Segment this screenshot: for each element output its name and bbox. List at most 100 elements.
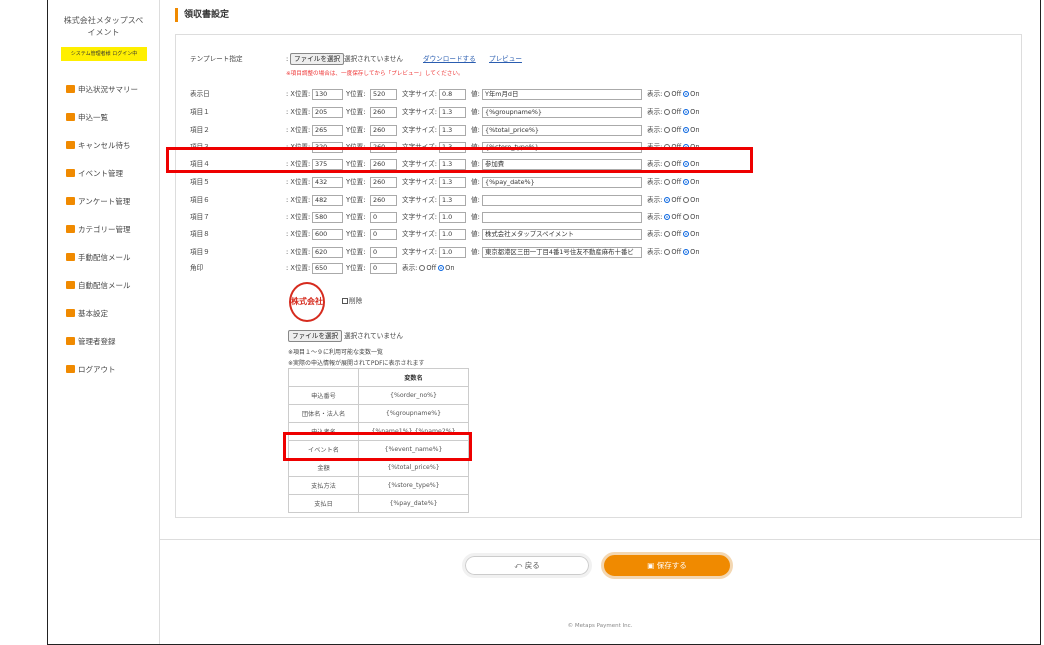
off-radio[interactable] xyxy=(664,231,671,237)
seal-on-radio[interactable] xyxy=(438,265,445,271)
save-button[interactable]: ▣ 保存する xyxy=(601,552,733,579)
off-radio[interactable] xyxy=(664,109,671,115)
off-radio[interactable] xyxy=(664,91,671,97)
seal-file-button[interactable]: ファイルを選択 xyxy=(288,330,343,342)
item-label: 項目７ xyxy=(190,213,210,221)
x-input[interactable]: 482 xyxy=(312,195,343,206)
on-radio[interactable] xyxy=(683,109,690,115)
display-label: 表示: xyxy=(647,213,663,221)
value-input[interactable]: {%total_price%} xyxy=(482,125,642,136)
on-radio[interactable] xyxy=(683,231,690,237)
x-input[interactable]: 432 xyxy=(312,177,343,188)
off-radio[interactable] xyxy=(664,197,671,203)
on-label: On xyxy=(690,178,700,186)
header-variable: 変数名 xyxy=(358,368,469,387)
x-input[interactable]: 375 xyxy=(312,159,343,170)
on-radio[interactable] xyxy=(683,179,690,185)
size-input[interactable]: 1.3 xyxy=(439,125,466,136)
off-radio[interactable] xyxy=(664,179,671,185)
size-input[interactable]: 1.3 xyxy=(439,159,466,170)
y-input[interactable]: 520 xyxy=(370,89,397,100)
x-input[interactable]: 265 xyxy=(312,125,343,136)
sidebar-item-4[interactable]: アンケート管理 xyxy=(48,187,159,215)
value-input[interactable]: 東京都港区三田一丁目4番1号住友不動産麻布十番ビ xyxy=(482,247,642,258)
x-input[interactable]: 600 xyxy=(312,229,343,240)
seal-off-radio[interactable] xyxy=(419,265,426,271)
value-input[interactable]: {%store_type%} xyxy=(482,142,642,153)
size-input[interactable]: 1.0 xyxy=(439,212,466,223)
on-radio[interactable] xyxy=(683,127,690,133)
sidebar-item-5[interactable]: カテゴリー管理 xyxy=(48,215,159,243)
sidebar-item-8[interactable]: 基本設定 xyxy=(48,299,159,327)
on-radio[interactable] xyxy=(683,197,690,203)
size-input[interactable]: 1.3 xyxy=(439,107,466,118)
size-input[interactable]: 1.0 xyxy=(439,229,466,240)
y-input[interactable]: 260 xyxy=(370,195,397,206)
on-label: On xyxy=(690,213,700,221)
y-input[interactable]: 0 xyxy=(370,229,397,240)
y-input[interactable]: 260 xyxy=(370,107,397,118)
off-radio[interactable] xyxy=(664,161,671,167)
size-input[interactable]: 1.3 xyxy=(439,195,466,206)
x-input[interactable]: 205 xyxy=(312,107,343,118)
seal-y-input[interactable]: 0 xyxy=(370,263,397,274)
variable-token: {%pay_date%} xyxy=(358,494,469,513)
company-name-line2: イメント xyxy=(87,28,120,37)
sidebar: 株式会社メタップスペ イメント システム管理者様 ログイン中 申込状況サマリー申… xyxy=(48,0,160,644)
value-input[interactable]: {%pay_date%} xyxy=(482,177,642,188)
value-input[interactable]: Y年m月d日 xyxy=(482,89,642,100)
x-input[interactable]: 580 xyxy=(312,212,343,223)
sidebar-item-7[interactable]: 自動配信メール xyxy=(48,271,159,299)
sidebar-item-9[interactable]: 管理者登録 xyxy=(48,327,159,355)
on-radio[interactable] xyxy=(683,144,690,150)
sidebar-item-2[interactable]: キャンセル待ち xyxy=(48,131,159,159)
grid-icon xyxy=(66,169,75,177)
variable-token: {%name1%} {%name2%} xyxy=(358,422,469,441)
on-label: On xyxy=(690,196,700,204)
off-radio[interactable] xyxy=(664,214,671,220)
y-input[interactable]: 0 xyxy=(370,212,397,223)
on-radio[interactable] xyxy=(683,91,690,97)
sidebar-item-label: 自動配信メール xyxy=(78,280,131,290)
sidebar-item-label: ログアウト xyxy=(78,364,116,374)
value-input[interactable]: {%groupname%} xyxy=(482,107,642,118)
on-radio[interactable] xyxy=(683,249,690,255)
x-input[interactable]: 130 xyxy=(312,89,343,100)
sidebar-item-1[interactable]: 申込一覧 xyxy=(48,103,159,131)
x-label: : X位置: xyxy=(286,230,311,238)
size-input[interactable]: 1.0 xyxy=(439,247,466,258)
value-input[interactable] xyxy=(482,195,642,206)
x-input[interactable]: 320 xyxy=(312,142,343,153)
off-radio[interactable] xyxy=(664,144,671,150)
seal-x-input[interactable]: 650 xyxy=(312,263,343,274)
size-input[interactable]: 1.3 xyxy=(439,142,466,153)
item-label: 項目３ xyxy=(190,143,210,151)
off-radio[interactable] xyxy=(664,127,671,133)
size-input[interactable]: 0.8 xyxy=(439,89,466,100)
on-radio[interactable] xyxy=(683,214,690,220)
value-input[interactable]: 株式会社メタップスペイメント xyxy=(482,229,642,240)
value-input[interactable]: 参加費 xyxy=(482,159,642,170)
y-input[interactable]: 260 xyxy=(370,125,397,136)
x-input[interactable]: 620 xyxy=(312,247,343,258)
on-radio[interactable] xyxy=(683,161,690,167)
y-input[interactable]: 260 xyxy=(370,177,397,188)
sidebar-item-6[interactable]: 手動配信メール xyxy=(48,243,159,271)
sidebar-item-10[interactable]: ログアウト xyxy=(48,355,159,383)
display-label: 表示: xyxy=(647,160,663,168)
size-label: 文字サイズ: xyxy=(402,143,437,151)
preview-link[interactable]: プレビュー xyxy=(489,53,522,66)
y-input[interactable]: 260 xyxy=(370,159,397,170)
off-radio[interactable] xyxy=(664,249,671,255)
sidebar-item-0[interactable]: 申込状況サマリー xyxy=(48,75,159,103)
template-file-button[interactable]: ファイルを選択 xyxy=(290,53,345,65)
download-link[interactable]: ダウンロードする xyxy=(423,53,476,66)
back-button[interactable]: ⤺ 戻る xyxy=(462,553,592,578)
value-input[interactable] xyxy=(482,212,642,223)
seal-delete-checkbox[interactable] xyxy=(342,298,348,304)
y-input[interactable]: 0 xyxy=(370,247,397,258)
sidebar-item-3[interactable]: イベント管理 xyxy=(48,159,159,187)
y-input[interactable]: 260 xyxy=(370,142,397,153)
size-label: 文字サイズ: xyxy=(402,230,437,238)
size-input[interactable]: 1.3 xyxy=(439,177,466,188)
